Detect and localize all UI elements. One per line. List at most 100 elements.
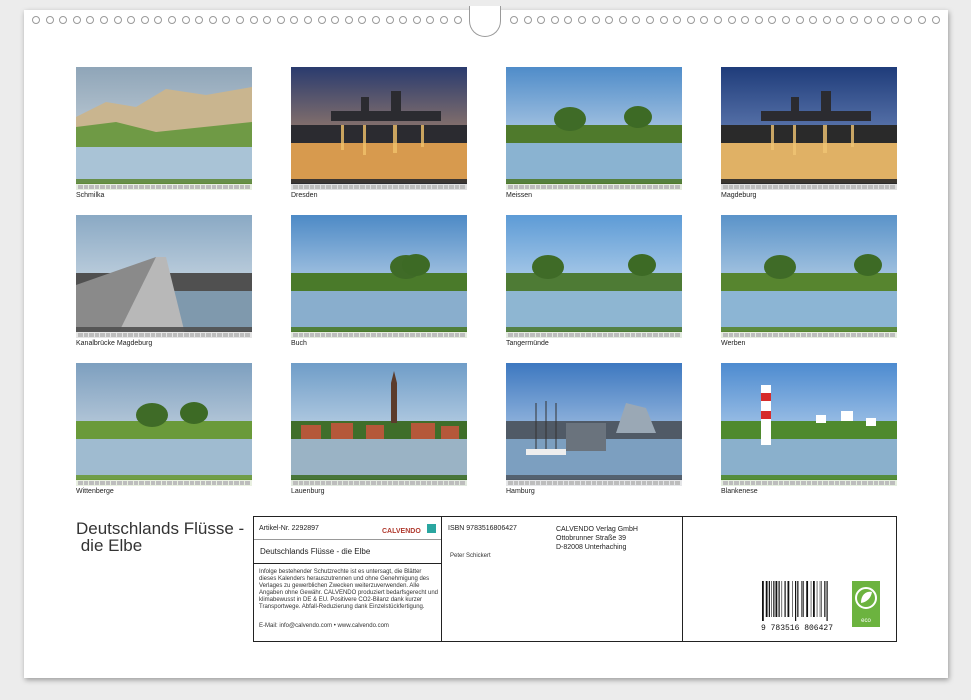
photo-image [76,363,252,486]
ring-hole [714,16,722,24]
calvendo-icon [427,524,437,534]
photo-caption: Wittenberge [76,488,114,495]
photo-caption: Meissen [506,192,533,199]
author: Peter Schickert [450,553,491,559]
ring-hole [222,16,231,24]
photo-caption: Dresden [291,192,318,199]
ring-hole [836,16,845,24]
harbor-photo [506,363,682,486]
publisher-address: CALVENDO Verlag GmbH Ottobrunner Straße … [556,525,638,552]
photo-image [291,215,467,338]
ring-hole [249,16,258,24]
calendar-day-strip [721,332,897,338]
ring-hole [100,16,108,24]
calvendo-brand: CALVENDO [382,528,421,535]
photo-image [291,67,467,190]
divider [254,539,441,540]
article-number: Artikel-Nr. 2292897 [259,525,319,532]
contact-line: E-Mail: info@calvendo.com • www.calvendo… [259,623,389,629]
ring-hole [673,16,682,24]
bridge-photo [76,215,252,338]
ring-hole [850,16,858,24]
ring-hole [290,16,299,24]
divider [682,517,683,641]
ring-hole [263,16,272,24]
ring-hole [537,16,546,24]
ring-hole [113,16,122,24]
publisher-line: Ottobrunner Straße 39 [556,535,627,542]
barcode-number: 9 783516 806427 [760,624,833,633]
ring-hole [358,16,367,24]
ring-hole [59,16,68,24]
photo-caption: Buch [291,340,307,347]
ring-hole [208,16,217,24]
photo-image [721,363,897,486]
ring-hole [782,16,790,24]
ring-hole [426,16,435,24]
ring-hole [700,16,709,24]
calendar-day-strip [506,332,682,338]
ring-hole [591,16,600,24]
ring-hole [877,16,886,24]
ring-hole [931,16,940,24]
photo-image [76,215,252,338]
ring-hole [168,16,176,24]
ring-hole [578,16,586,24]
ring-hole [768,16,777,24]
calendar-day-strip [76,332,252,338]
calendar-day-strip [506,184,682,190]
calendar-day-strip [76,480,252,486]
ring-hole [727,16,736,24]
ring-hole [344,16,353,24]
ring-hole [181,16,190,24]
photo-image [506,67,682,190]
ring-hole [618,16,627,24]
lighthouse-photo [721,363,897,486]
ring-hole [45,16,54,24]
ring-hole [904,16,913,24]
calendar-back-page: Schmilka Dresden Meissen Magdeburg Kanal… [24,6,948,678]
publisher-line: CALVENDO Verlag GmbH [556,526,638,533]
ring-hole [918,16,926,24]
river-photo [721,215,897,338]
photo-image [721,215,897,338]
ring-hole [154,16,163,24]
calendar-subtitle: Deutschlands Flüsse - die Elbe [260,547,371,556]
calendar-day-strip [506,480,682,486]
ring-hole [890,16,899,24]
calendar-day-strip [291,480,467,486]
city-night-photo [291,67,467,190]
photo-image [721,67,897,190]
photo-caption: Werben [721,340,746,347]
photo-image [76,67,252,190]
photo-caption: Hamburg [506,488,535,495]
calendar-day-strip [291,332,467,338]
river-photo [506,215,682,338]
legal-text: Infolge bestehender Schutzrechte ist es … [259,569,438,610]
ring-hole [754,16,763,24]
ring-hole [564,16,573,24]
calendar-title: Deutschlands Flüsse - die Elbe [76,519,245,555]
ring-hole [863,16,872,24]
eco-badge: eco [852,581,880,627]
ring-hole [453,16,462,24]
barcode-bars [762,581,828,621]
hanger-hook [469,6,501,37]
ring-hole [686,16,695,24]
ring-hole [385,16,394,24]
photo-caption: Tangermünde [506,340,549,347]
calendar-day-strip [76,184,252,190]
ring-hole [659,16,668,24]
eco-label: eco [861,618,871,624]
ring-hole [304,16,312,24]
ring-hole [86,16,95,24]
ring-hole [399,16,408,24]
calendar-day-strip [291,184,467,190]
divider [441,517,442,641]
ring-hole [372,16,380,24]
ring-hole [236,16,244,24]
river-photo [506,67,682,190]
calvendo-logo: CALVENDO [382,520,437,538]
calendar-day-strip [721,184,897,190]
photo-caption: Kanalbrücke Magdeburg [76,340,153,347]
